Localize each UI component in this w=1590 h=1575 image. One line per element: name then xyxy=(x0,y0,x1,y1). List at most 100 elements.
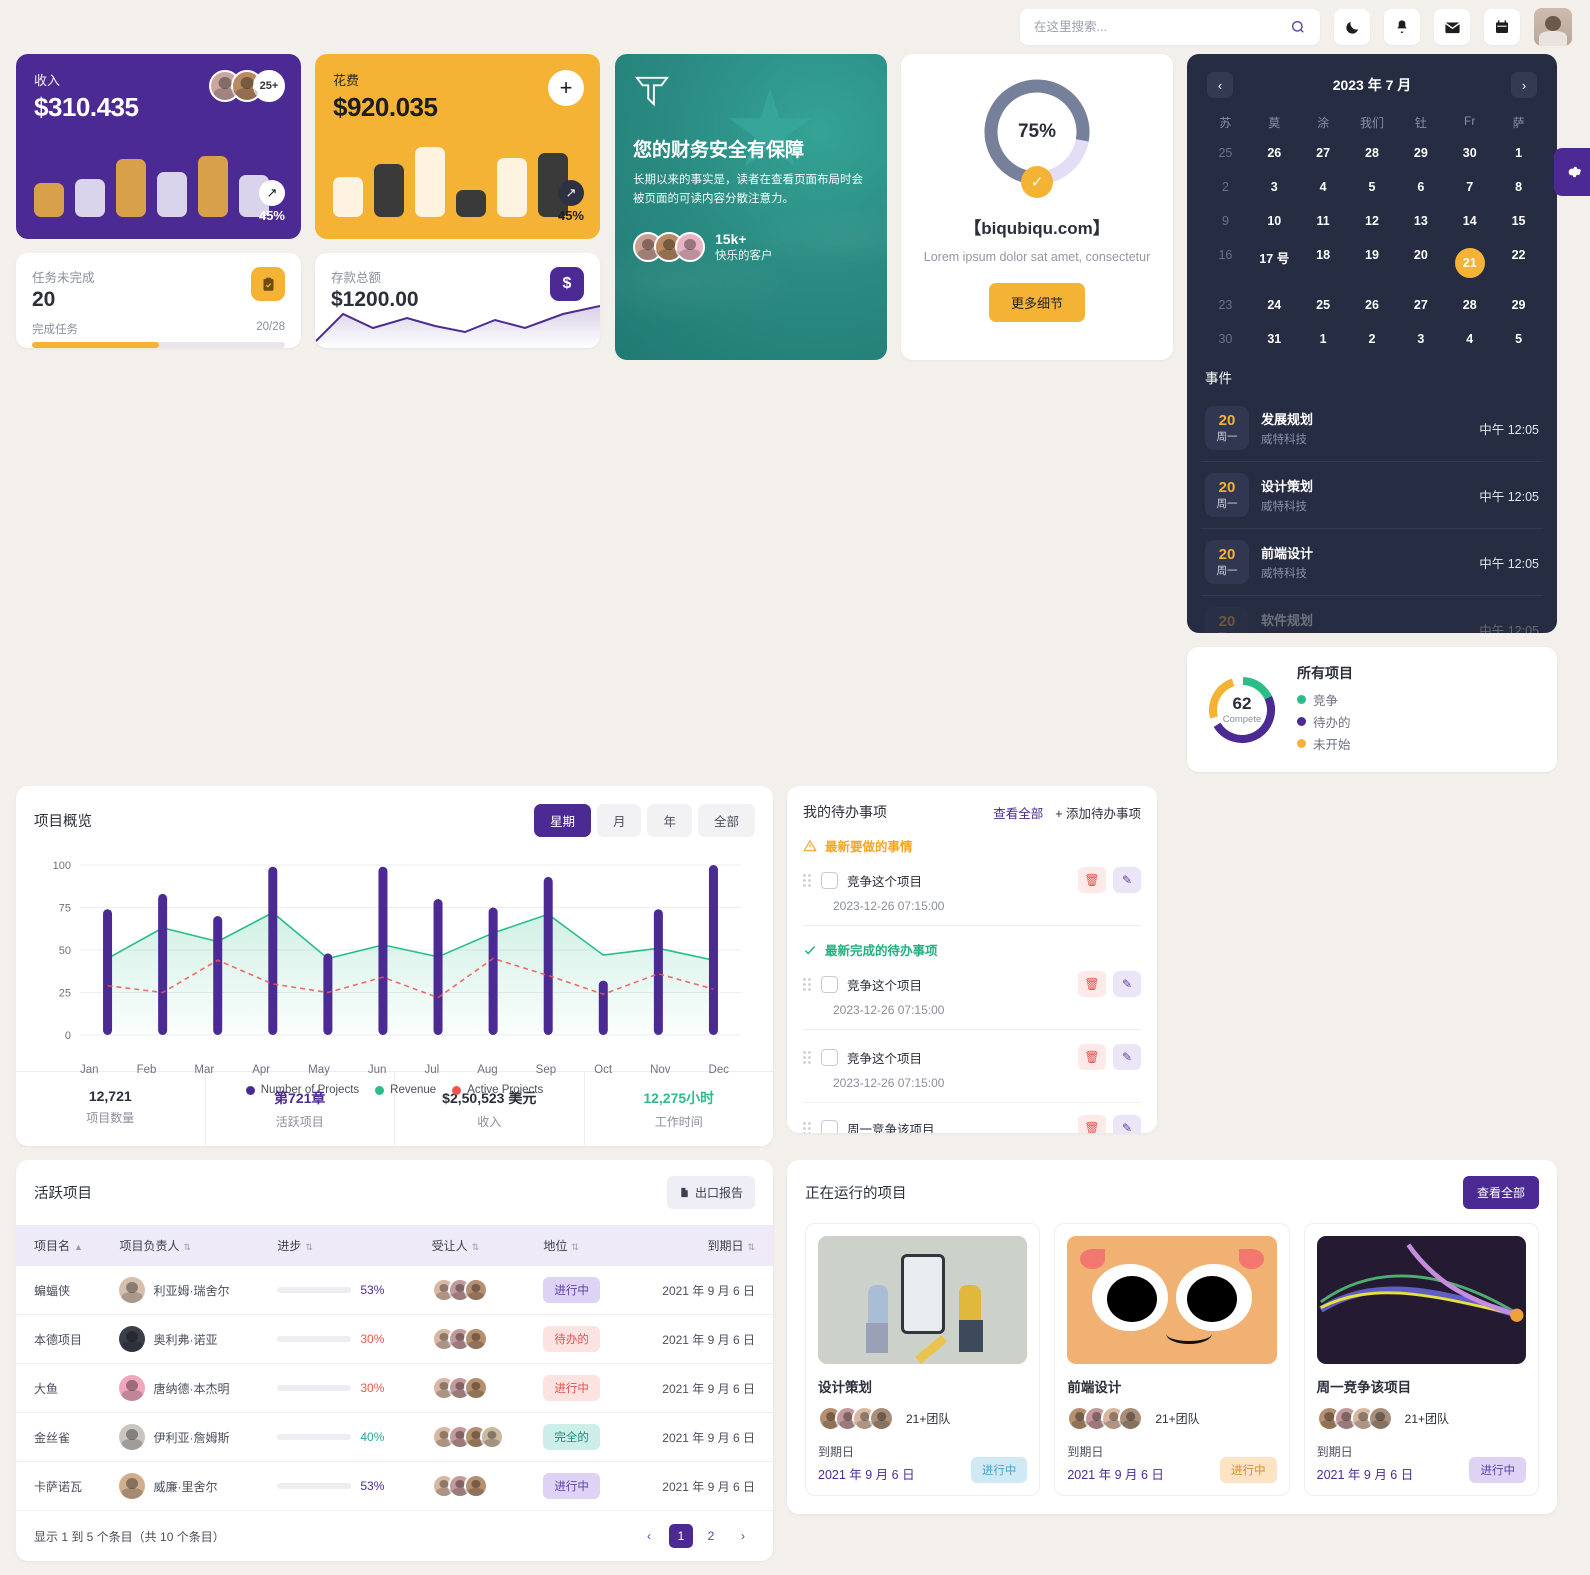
search-icon[interactable] xyxy=(1290,19,1306,35)
calendar-day[interactable]: 31 xyxy=(1250,325,1299,353)
drag-handle-icon[interactable] xyxy=(803,1050,812,1064)
sort-icon[interactable]: ⇅ xyxy=(305,1242,313,1252)
calendar-button[interactable] xyxy=(1484,9,1520,45)
notifications-button[interactable] xyxy=(1384,9,1420,45)
sort-icon[interactable]: ⇅ xyxy=(472,1242,480,1252)
chart-tab-星期[interactable]: 星期 xyxy=(533,804,591,837)
pagination-prev[interactable]: ‹ xyxy=(637,1524,661,1548)
calendar-day[interactable]: 3 xyxy=(1250,173,1299,201)
edit-icon[interactable]: ✎ xyxy=(1113,1044,1141,1070)
calendar-day[interactable]: 18 xyxy=(1299,241,1348,285)
pagination-page-1[interactable]: 1 xyxy=(669,1524,693,1548)
running-project-card[interactable]: 设计策划 21+团队 到期日 2021 年 9 月 6 日 进行中 xyxy=(805,1223,1041,1496)
bell-icon[interactable] xyxy=(1394,19,1410,35)
delete-icon[interactable]: 🗑 xyxy=(1078,1115,1106,1133)
calendar-day[interactable]: 25 xyxy=(1201,139,1250,167)
calendar-day[interactable]: 11 xyxy=(1299,207,1348,235)
todo-checkbox[interactable] xyxy=(821,1119,838,1133)
calendar-day[interactable]: 7 xyxy=(1445,173,1494,201)
calendar-day[interactable]: 4 xyxy=(1445,325,1494,353)
calendar-day[interactable]: 30 xyxy=(1445,139,1494,167)
chart-tab-月[interactable]: 月 xyxy=(596,804,642,837)
calendar-day[interactable]: 16 xyxy=(1201,241,1250,285)
calendar-day[interactable]: 4 xyxy=(1299,173,1348,201)
calendar-day[interactable]: 19 xyxy=(1348,241,1397,285)
table-header-1[interactable]: 项目负责人 ⇅ xyxy=(109,1225,267,1266)
table-header-3[interactable]: 受让人 ⇅ xyxy=(422,1225,534,1266)
table-header-4[interactable]: 地位 ⇅ xyxy=(533,1225,626,1266)
search-input[interactable] xyxy=(1034,20,1282,34)
calendar-day[interactable]: 28 xyxy=(1445,291,1494,319)
calendar-day[interactable]: 13 xyxy=(1396,207,1445,235)
table-row[interactable]: 金丝雀 伊利亚·詹姆斯 40% 完全的 2021 年 9 月 6 日 xyxy=(16,1412,773,1462)
table-row[interactable]: 蝙蝠侠 利亚姆·瑞舍尔 53% 进行中 2021 年 9 月 6 日 xyxy=(16,1266,773,1315)
calendar-day[interactable]: 10 xyxy=(1250,207,1299,235)
event-item[interactable]: 20 周一 设计策划 威特科技 中午 12:05 xyxy=(1201,462,1543,529)
calendar-day[interactable]: 12 xyxy=(1348,207,1397,235)
calendar-day[interactable]: 22 xyxy=(1494,241,1543,285)
calendar-day[interactable]: 3 xyxy=(1396,325,1445,353)
more-details-button[interactable]: 更多细节 xyxy=(988,283,1085,322)
event-item[interactable]: 20 周一 发展规划 威特科技 中午 12:05 xyxy=(1201,395,1543,462)
todo-checkbox[interactable] xyxy=(821,1048,838,1066)
calendar-day[interactable]: 26 xyxy=(1348,291,1397,319)
sort-icon[interactable]: ⇅ xyxy=(183,1242,191,1252)
edit-icon[interactable]: ✎ xyxy=(1113,1115,1141,1133)
calendar-day[interactable]: 2 xyxy=(1201,173,1250,201)
table-pagination[interactable]: ‹ 12 › xyxy=(637,1524,755,1548)
table-row[interactable]: 大鱼 唐纳德·本杰明 30% 进行中 2021 年 9 月 6 日 xyxy=(16,1363,773,1413)
user-avatar[interactable] xyxy=(1534,8,1572,46)
event-item[interactable]: 20周一软件规划威特科技中午 12:05 xyxy=(1201,596,1543,633)
calendar-day[interactable]: 30 xyxy=(1201,325,1250,353)
export-report-button[interactable]: 出口报告 xyxy=(666,1176,755,1209)
calendar-day[interactable]: 27 xyxy=(1299,139,1348,167)
calendar-day[interactable]: 9 xyxy=(1201,207,1250,235)
todo-view-all-link[interactable]: 查看全部 xyxy=(993,803,1043,822)
calendar-day[interactable]: 24 xyxy=(1250,291,1299,319)
gear-icon[interactable] xyxy=(1562,162,1582,182)
add-expense-button[interactable]: + xyxy=(548,70,584,106)
delete-icon[interactable]: 🗑 xyxy=(1078,1044,1106,1070)
chart-range-tabs[interactable]: 星期月年全部 xyxy=(533,804,755,837)
calendar-day[interactable]: 1 xyxy=(1494,139,1543,167)
table-header-5[interactable]: 到期日 ⇅ xyxy=(626,1225,773,1266)
calendar-next-button[interactable]: › xyxy=(1510,72,1537,98)
table-row[interactable]: 本德项目 奥利弗·诺亚 30% 待办的 2021 年 9 月 6 日 xyxy=(16,1314,773,1364)
calendar-day[interactable]: 29 xyxy=(1494,291,1543,319)
running-view-all-button[interactable]: 查看全部 xyxy=(1462,1176,1539,1209)
drag-handle-icon[interactable] xyxy=(803,873,812,887)
chart-tab-全部[interactable]: 全部 xyxy=(697,804,755,837)
calendar-day[interactable]: 15 xyxy=(1494,207,1543,235)
calendar-day-grid[interactable]: 25 26 27 28 29 30 1 2 3 4 5 6 7 8 9 10 11 12 13 14 15 16 17 号1… xyxy=(1201,139,1543,353)
calendar-day[interactable]: 29 xyxy=(1396,139,1445,167)
todo-add-button[interactable]: + 添加待办事项 xyxy=(1055,803,1141,822)
chart-tab-年[interactable]: 年 xyxy=(647,804,692,837)
running-project-card[interactable]: 周一竞争该项目 21+团队 到期日 2021 年 9 月 6 日 进行中 xyxy=(1303,1223,1539,1496)
event-item[interactable]: 20 周一 前端设计 威特科技 中午 12:05 xyxy=(1201,529,1543,596)
calendar-day[interactable]: 14 xyxy=(1445,207,1494,235)
delete-icon[interactable]: 🗑 xyxy=(1078,971,1106,997)
edit-icon[interactable]: ✎ xyxy=(1113,867,1141,893)
todo-checkbox[interactable] xyxy=(821,975,838,993)
sort-icon[interactable]: ▲ xyxy=(74,1242,83,1252)
pagination-page-2[interactable]: 2 xyxy=(699,1524,723,1548)
moon-icon[interactable] xyxy=(1344,19,1361,36)
calendar-day[interactable]: 28 xyxy=(1348,139,1397,167)
calendar-day[interactable]: 23 xyxy=(1201,291,1250,319)
table-header-0[interactable]: 项目名 ▲ xyxy=(16,1225,109,1266)
drag-handle-icon[interactable] xyxy=(803,977,812,991)
calendar-day[interactable]: 25 xyxy=(1299,291,1348,319)
drag-handle-icon[interactable] xyxy=(803,1121,812,1133)
calendar-day[interactable]: 26 xyxy=(1250,139,1299,167)
calendar-day[interactable]: 20 xyxy=(1396,241,1445,285)
settings-tab[interactable] xyxy=(1554,148,1590,196)
running-project-card[interactable]: 前端设计 21+团队 到期日 2021 年 9 月 6 日 进行中 xyxy=(1054,1223,1290,1496)
calendar-prev-button[interactable]: ‹ xyxy=(1207,72,1233,98)
pagination-next[interactable]: › xyxy=(731,1524,755,1548)
mail-icon[interactable] xyxy=(1444,19,1461,36)
table-header-2[interactable]: 进步 ⇅ xyxy=(267,1225,421,1266)
messages-button[interactable] xyxy=(1434,9,1470,45)
table-row[interactable]: 卡萨诺瓦 威廉·里舍尔 53% 进行中 2021 年 9 月 6 日 xyxy=(16,1461,773,1511)
calendar-day[interactable]: 27 xyxy=(1396,291,1445,319)
sort-icon[interactable]: ⇅ xyxy=(747,1242,755,1252)
